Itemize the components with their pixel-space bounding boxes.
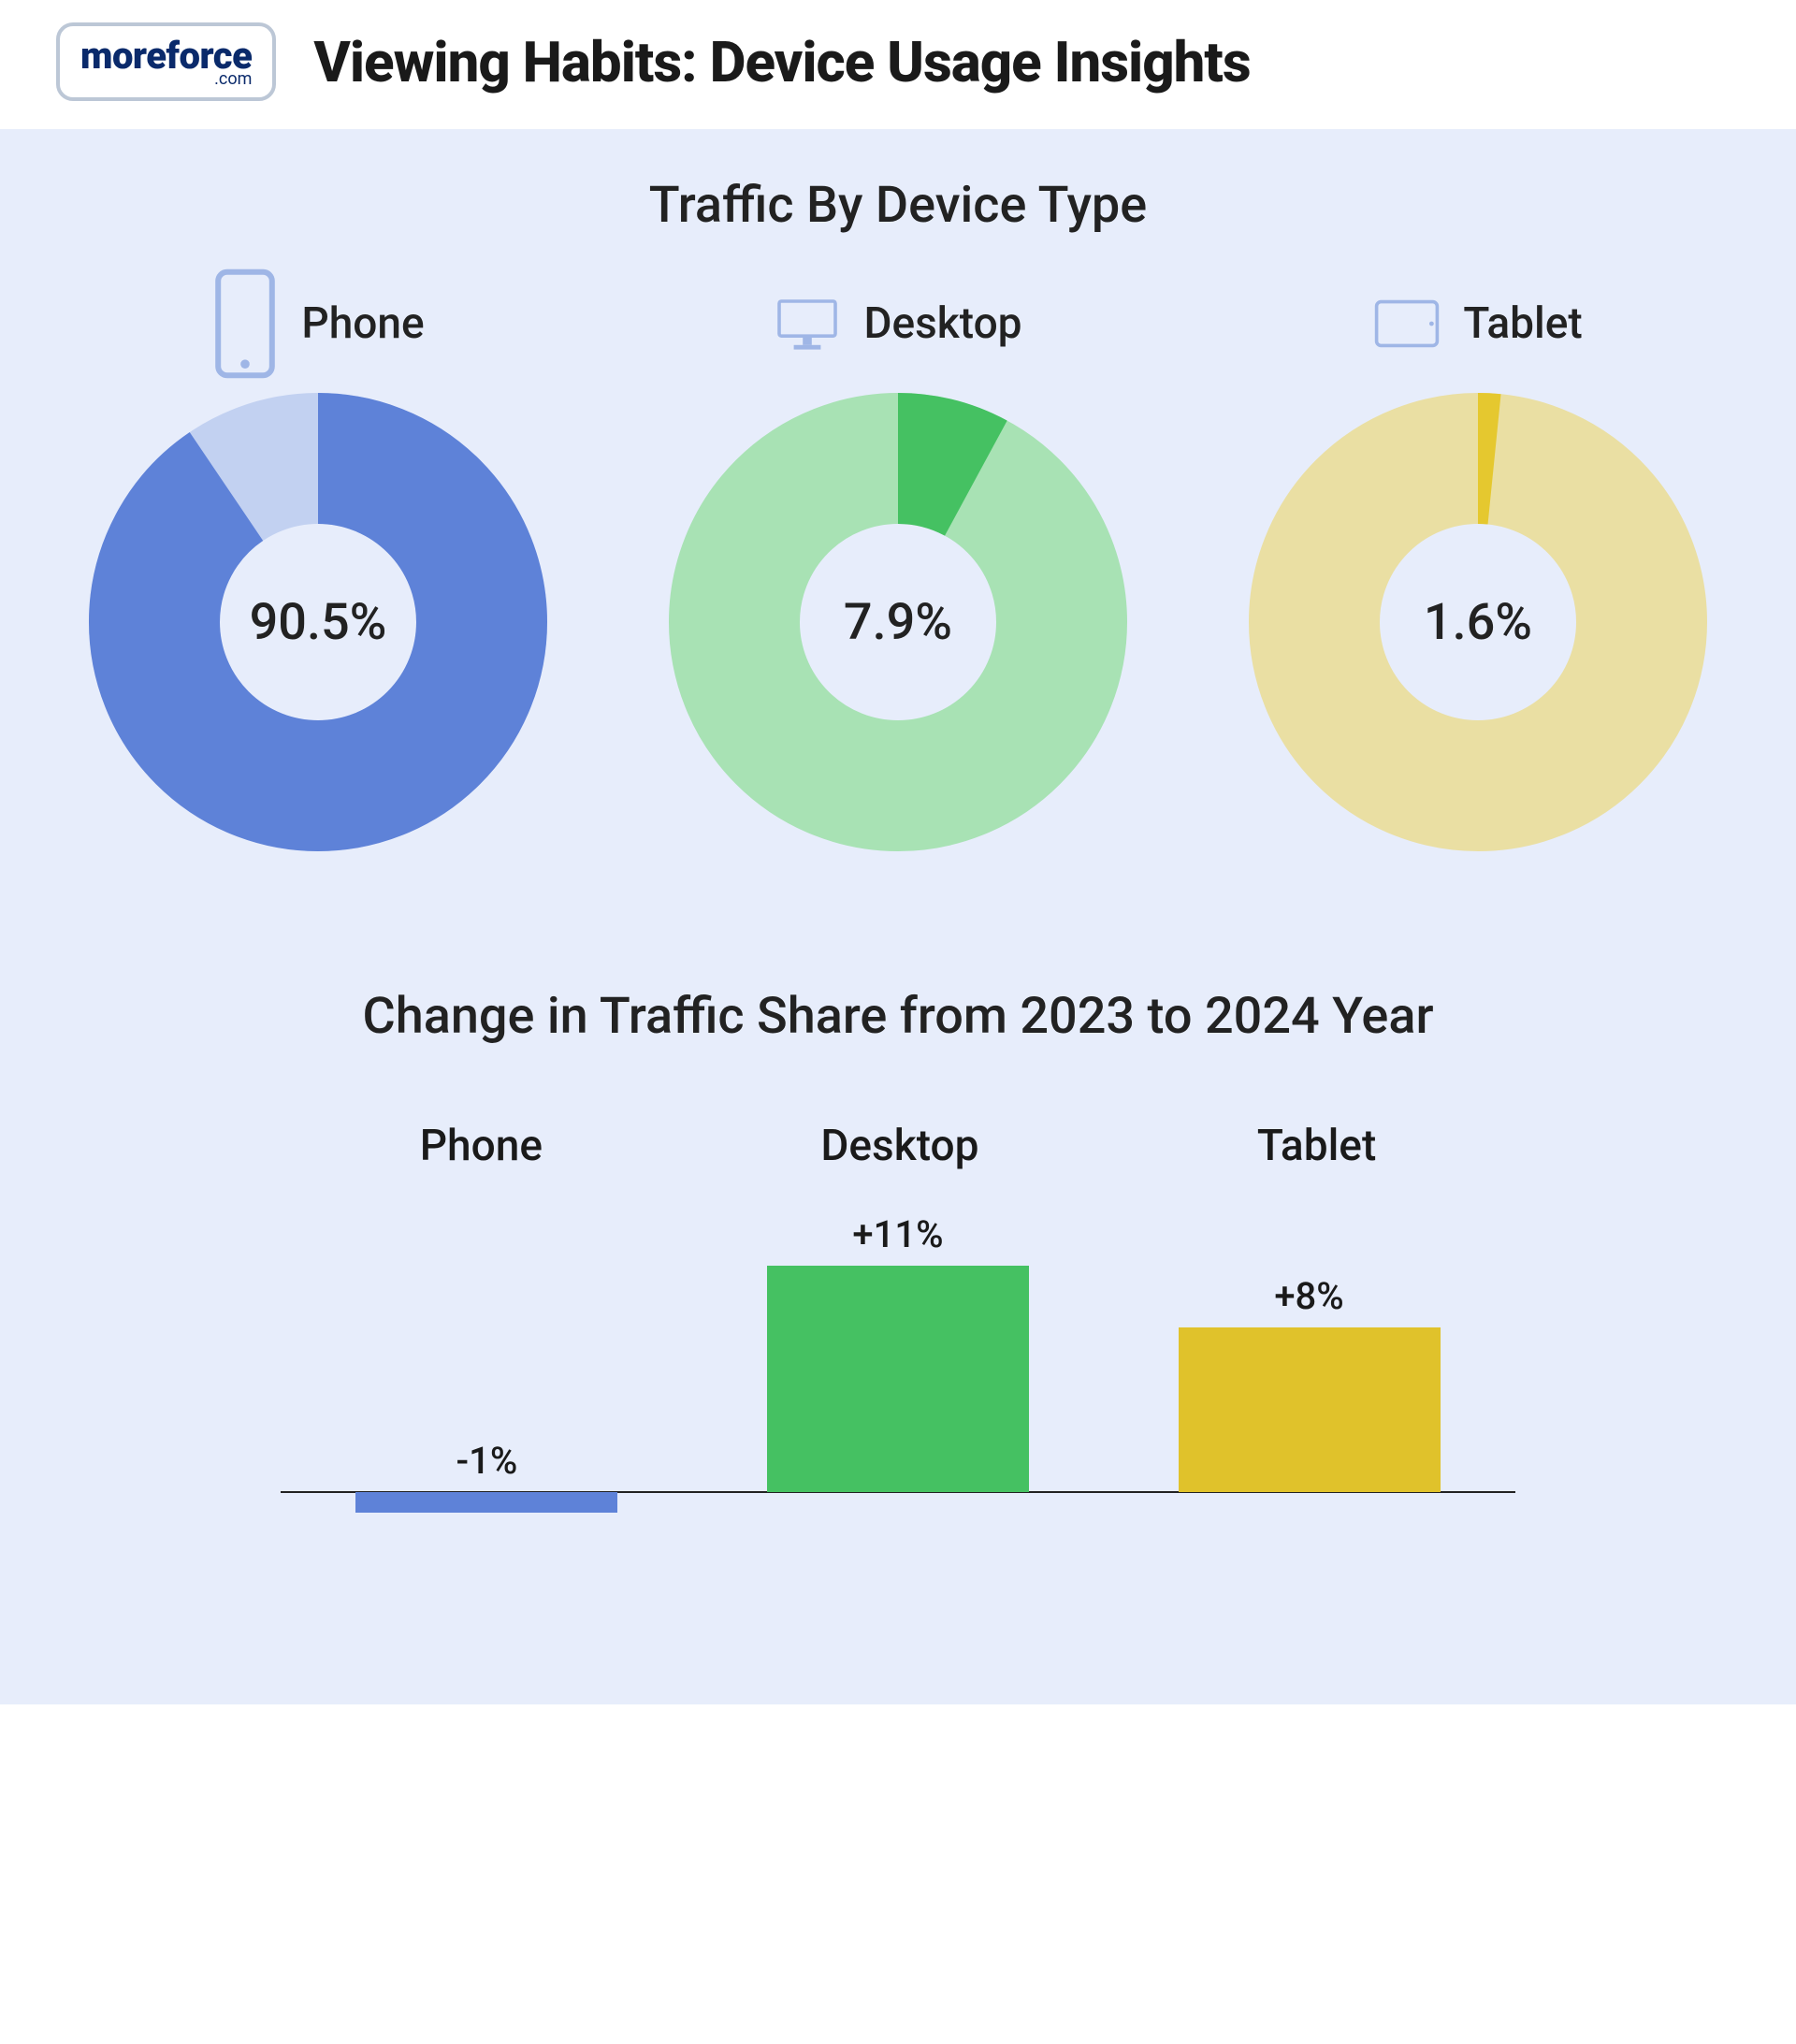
bars-plot: -1% +11% +8% bbox=[281, 1199, 1515, 1573]
bar-value: -1% bbox=[355, 1439, 617, 1483]
desktop-icon bbox=[774, 282, 841, 366]
donut-value-tablet: 1.6% bbox=[1244, 388, 1712, 856]
bar-phone: -1% bbox=[355, 1439, 617, 1513]
logo: moreforce .com bbox=[56, 22, 276, 101]
page-title: Viewing Habits: Device Usage Insights bbox=[313, 29, 1250, 95]
bar-desktop: +11% bbox=[767, 1212, 1029, 1492]
section-traffic-title: Traffic By Device Type bbox=[56, 176, 1740, 235]
donut-value-desktop: 7.9% bbox=[664, 388, 1132, 856]
bar-label-tablet: Tablet bbox=[1257, 1121, 1376, 1171]
bar-value: +8% bbox=[1179, 1274, 1441, 1318]
device-label-desktop: Desktop bbox=[774, 282, 1021, 366]
donut-chart-phone: 90.5% bbox=[84, 388, 552, 856]
device-label-tablet: Tablet bbox=[1373, 282, 1582, 366]
donut-chart-desktop: 7.9% bbox=[664, 388, 1132, 856]
bar-headers: Phone Desktop Tablet bbox=[281, 1121, 1515, 1171]
tablet-icon bbox=[1373, 282, 1441, 366]
donut-desktop: Desktop 7.9% bbox=[664, 282, 1132, 856]
bar-value: +11% bbox=[767, 1212, 1029, 1256]
donut-row: Phone 90.5% Desktop bbox=[56, 282, 1740, 856]
donut-chart-tablet: 1.6% bbox=[1244, 388, 1712, 856]
device-label-text: Tablet bbox=[1463, 298, 1582, 349]
bar-chart: Phone Desktop Tablet -1% +11% +8% bbox=[281, 1121, 1515, 1573]
bar-rect bbox=[767, 1266, 1029, 1492]
device-label-phone: Phone bbox=[211, 282, 424, 366]
bar-label-desktop: Desktop bbox=[820, 1121, 978, 1171]
phone-icon bbox=[211, 282, 279, 366]
bar-tablet: +8% bbox=[1179, 1274, 1441, 1492]
header: moreforce .com Viewing Habits: Device Us… bbox=[0, 0, 1796, 129]
donut-value-phone: 90.5% bbox=[84, 388, 552, 856]
donut-tablet: Tablet 1.6% bbox=[1244, 282, 1712, 856]
section-yoy-title: Change in Traffic Share from 2023 to 202… bbox=[56, 987, 1740, 1046]
donut-phone: Phone 90.5% bbox=[84, 282, 552, 856]
yoy-section: Change in Traffic Share from 2023 to 202… bbox=[56, 987, 1740, 1573]
device-label-text: Phone bbox=[301, 298, 424, 349]
bar-label-phone: Phone bbox=[420, 1121, 543, 1171]
device-label-text: Desktop bbox=[863, 298, 1021, 349]
main-panel: Traffic By Device Type Phone 90.5% bbox=[0, 129, 1796, 1704]
bar-rect bbox=[355, 1492, 617, 1513]
bar-rect bbox=[1179, 1327, 1441, 1492]
